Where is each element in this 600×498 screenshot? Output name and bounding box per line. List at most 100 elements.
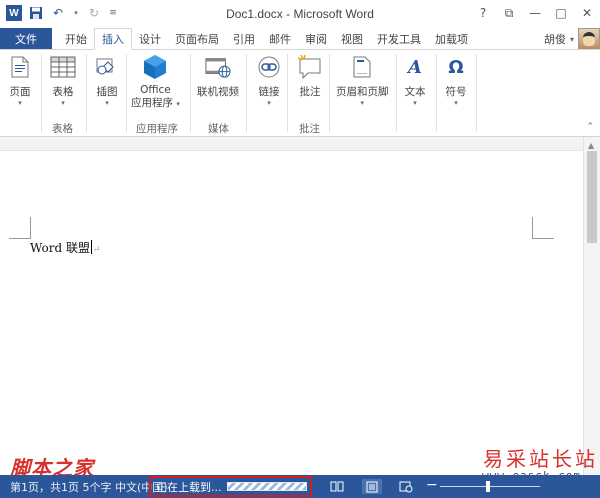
- office-apps-label-line1: Office: [140, 84, 171, 96]
- text-button[interactable]: A 文本 ▾: [402, 54, 428, 108]
- avatar[interactable]: [578, 28, 600, 50]
- tab-home[interactable]: 开始: [58, 28, 94, 50]
- help-icon[interactable]: ?: [470, 0, 496, 26]
- online-video-label: 联机视频: [197, 86, 239, 98]
- divider: [41, 54, 42, 132]
- maximize-icon[interactable]: □: [548, 0, 574, 26]
- office-apps-label-text: 应用程序: [131, 97, 173, 109]
- document-canvas[interactable]: Word 联盟 ↵: [0, 137, 583, 475]
- table-label: 表格: [52, 86, 74, 98]
- zoom-out-icon[interactable]: −: [426, 477, 438, 493]
- divider: [246, 54, 247, 132]
- links-button[interactable]: 链接 ▾: [256, 54, 282, 107]
- document-body-text[interactable]: Word 联盟 ↵: [30, 239, 101, 256]
- divider: [190, 54, 191, 132]
- link-icon: [256, 54, 282, 80]
- tab-file[interactable]: 文件: [0, 28, 52, 50]
- comment-icon: [297, 54, 323, 80]
- header-footer-label: 页眉和页脚: [336, 86, 389, 98]
- divider: [436, 54, 437, 132]
- divider: [126, 54, 127, 132]
- chevron-down-icon: ▾: [454, 99, 458, 107]
- online-video-button[interactable]: 联机视频: [197, 54, 239, 99]
- vertical-scrollbar[interactable]: ▲: [583, 137, 600, 475]
- table-icon: [50, 54, 76, 80]
- web-layout-button[interactable]: [396, 479, 416, 494]
- table-button[interactable]: 表格 ▾: [50, 54, 76, 107]
- chevron-down-icon: ▾: [360, 99, 364, 107]
- tab-developer[interactable]: 开发工具: [370, 28, 428, 50]
- zoom-slider[interactable]: [440, 486, 540, 487]
- minimize-icon[interactable]: —: [522, 0, 548, 26]
- header-footer-button[interactable]: 页眉和页脚 ▾: [336, 54, 389, 107]
- close-icon[interactable]: ✕: [574, 0, 600, 26]
- tab-insert[interactable]: 插入: [94, 28, 132, 50]
- pages-button[interactable]: 页面 ▾: [7, 54, 33, 107]
- symbols-label: 符号: [445, 86, 467, 98]
- text-box-icon: A: [402, 54, 428, 80]
- divider: [396, 54, 397, 132]
- comment-label: 批注: [299, 86, 321, 98]
- margin-corner-top-left: [9, 217, 31, 239]
- divider: [86, 54, 87, 132]
- text-glyph: A: [408, 56, 422, 78]
- office-apps-label: Office 应用程序 ▾: [131, 84, 180, 110]
- ribbon-display-icon[interactable]: ⧉: [496, 0, 522, 26]
- upload-status: 正在上载到...: [149, 476, 312, 497]
- text-label: 文本: [404, 86, 426, 98]
- video-icon: [205, 54, 231, 80]
- office-apps-button[interactable]: Office 应用程序 ▾: [131, 54, 180, 110]
- tab-view[interactable]: 视图: [334, 28, 370, 50]
- chevron-down-icon: ▾: [413, 99, 417, 107]
- store-icon: [142, 54, 168, 80]
- tab-references[interactable]: 引用: [226, 28, 262, 50]
- links-label: 链接: [258, 86, 280, 98]
- symbol-glyph: Ω: [448, 56, 464, 78]
- group-label-apps: 应用程序: [136, 123, 178, 135]
- illustrations-label: 插图: [96, 86, 118, 98]
- web-layout-icon: [399, 481, 413, 492]
- chevron-down-icon[interactable]: ▾: [570, 35, 578, 44]
- upload-progress-bar: [226, 482, 307, 491]
- office-apps-label-line2: 应用程序 ▾: [131, 97, 180, 110]
- chevron-down-icon: ▾: [105, 99, 109, 107]
- print-layout-button[interactable]: [362, 479, 382, 494]
- page-word-status[interactable]: 第1页，共1页 5个字 中文(中国): [10, 479, 168, 495]
- read-mode-icon: [330, 481, 344, 492]
- omega-icon: Ω: [443, 54, 469, 80]
- divider: [476, 54, 477, 132]
- ribbon-tabs: 文件 开始 插入 设计 页面布局 引用 邮件 审阅 视图 开发工具 加载项 胡俊…: [0, 28, 600, 50]
- account-area[interactable]: 胡俊 ▾: [544, 28, 600, 50]
- chevron-down-icon: ▾: [61, 99, 65, 107]
- pages-label: 页面: [9, 86, 31, 98]
- header-footer-icon: [349, 54, 375, 80]
- collapse-ribbon-icon[interactable]: ⌃: [586, 122, 594, 132]
- group-label-comments: 批注: [299, 123, 320, 135]
- illustrations-button[interactable]: 插图 ▾: [94, 54, 120, 107]
- tab-page-layout[interactable]: 页面布局: [168, 28, 226, 50]
- paragraph-mark: ↵: [92, 245, 101, 255]
- tab-addins[interactable]: 加载项: [428, 28, 475, 50]
- user-name[interactable]: 胡俊: [544, 31, 570, 47]
- symbols-button[interactable]: Ω 符号 ▾: [443, 54, 469, 108]
- comment-button[interactable]: 批注: [297, 54, 323, 99]
- scroll-up-icon[interactable]: ▲: [588, 141, 594, 150]
- status-bar: 第1页，共1页 5个字 中文(中国) 正在上载到... −: [0, 475, 600, 498]
- zoom-slider-thumb[interactable]: [486, 481, 490, 492]
- window-controls: ? ⧉ — □ ✕: [470, 0, 600, 26]
- group-label-media: 媒体: [208, 123, 229, 135]
- chevron-down-icon: ▾: [267, 99, 271, 107]
- scrollbar-thumb[interactable]: [587, 151, 597, 243]
- page-icon: [7, 54, 33, 80]
- page-top-gap: [0, 137, 583, 151]
- tab-design[interactable]: 设计: [132, 28, 168, 50]
- avatar-face-icon: [583, 32, 595, 46]
- tab-mailings[interactable]: 邮件: [262, 28, 298, 50]
- group-label-tables: 表格: [52, 123, 73, 135]
- illustrations-icon: [94, 54, 120, 80]
- document-text-run: Word 联盟: [30, 241, 90, 255]
- divider: [329, 54, 330, 132]
- tab-review[interactable]: 审阅: [298, 28, 334, 50]
- margin-corner-top-right: [532, 217, 554, 239]
- read-mode-button[interactable]: [327, 479, 347, 494]
